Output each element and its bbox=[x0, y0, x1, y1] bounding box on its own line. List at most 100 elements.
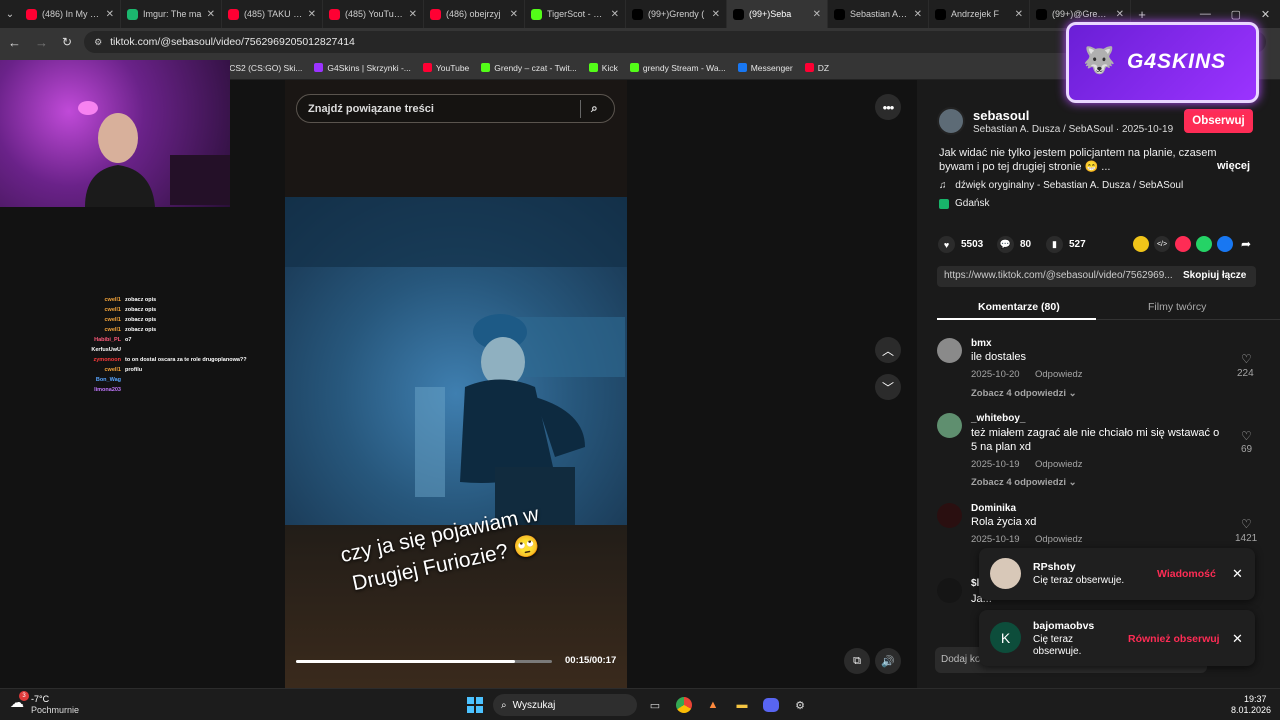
browser-tab[interactable]: (485) TAKU - C ✕ bbox=[222, 0, 323, 28]
avatar[interactable] bbox=[937, 578, 962, 603]
bookmark-item[interactable]: G4Skins | Skrzynki -... bbox=[314, 63, 411, 73]
browser-tab[interactable]: (99+)Grendy (✕ bbox=[626, 0, 727, 28]
back-icon[interactable]: ← bbox=[8, 35, 21, 50]
clock-time[interactable]: 19:37 bbox=[1244, 694, 1267, 704]
browser-tab[interactable]: Imgur: The ma ✕ bbox=[121, 0, 222, 28]
search-icon[interactable]: ⌕ bbox=[591, 101, 598, 116]
browser-tab[interactable]: Andrzejek F ✕ bbox=[929, 0, 1030, 28]
bookmark-item[interactable]: YouTube bbox=[422, 62, 470, 73]
avatar[interactable] bbox=[937, 503, 962, 528]
tab-comments[interactable]: Komentarze (80) bbox=[978, 301, 1060, 313]
minimize-icon[interactable]: — bbox=[1200, 8, 1211, 21]
maximize-icon[interactable]: ▢ bbox=[1231, 8, 1241, 21]
bookmark-item[interactable]: Grendy – czat - Twit... bbox=[481, 63, 577, 73]
browser-tab[interactable]: TigerScot - Wa ✕ bbox=[525, 0, 626, 28]
start-icon[interactable] bbox=[464, 694, 486, 716]
bookmark-item[interactable]: Messenger bbox=[737, 63, 793, 73]
browser-tab[interactable]: (485) YouTube ✕ bbox=[323, 0, 424, 28]
comment-author[interactable]: Dominika bbox=[971, 503, 1016, 514]
sound-row[interactable]: ♫ dźwięk oryginalny - Sebastian A. Dusza… bbox=[939, 180, 1183, 191]
avatar[interactable] bbox=[937, 338, 962, 363]
close-tab-icon[interactable]: ✕ bbox=[308, 9, 316, 20]
chrome-icon[interactable] bbox=[673, 694, 695, 716]
heart-icon[interactable]: ♡ bbox=[1241, 429, 1252, 443]
comment-author[interactable]: _whiteboy_ bbox=[971, 413, 1025, 424]
close-tab-icon[interactable]: ✕ bbox=[914, 9, 922, 20]
comment-stat[interactable]: 💬 80 bbox=[997, 236, 1031, 253]
comment-author[interactable]: bmx bbox=[971, 338, 992, 349]
browser-tab[interactable]: Sebastian A. D ✕ bbox=[828, 0, 929, 28]
save-stat[interactable]: ▮ 527 bbox=[1046, 236, 1086, 253]
close-tab-icon[interactable]: ✕ bbox=[712, 9, 720, 20]
facebook-icon[interactable] bbox=[1217, 236, 1233, 252]
bookmark-item[interactable]: DZ bbox=[804, 63, 829, 73]
reply-button[interactable]: Odpowiedz bbox=[1035, 534, 1083, 545]
browser-tab[interactable]: (99+)Seba ✕ bbox=[727, 0, 828, 28]
notification-user[interactable]: bajomaobvs bbox=[1033, 620, 1094, 632]
forward-icon[interactable]: → bbox=[35, 35, 48, 50]
close-tab-icon[interactable]: ✕ bbox=[409, 9, 417, 20]
follow-notification[interactable]: K bajomaobvs Cię teraz obserwuje. Równie… bbox=[979, 610, 1255, 666]
reply-button[interactable]: Odpowiedz bbox=[1035, 459, 1083, 470]
close-tab-icon[interactable]: ✕ bbox=[813, 9, 821, 20]
avatar[interactable]: K bbox=[990, 622, 1021, 653]
view-replies-button[interactable]: Zobacz 4 odpowiedzi ⌄ bbox=[971, 477, 1077, 488]
browser-tab[interactable]: (486) In My He ✕ bbox=[20, 0, 121, 28]
close-tab-icon[interactable]: ✕ bbox=[106, 9, 114, 20]
weather-icon[interactable]: ☁ 3 bbox=[10, 691, 29, 712]
embed-icon[interactable]: </> bbox=[1154, 236, 1170, 252]
steam-icon[interactable]: ⚙ bbox=[789, 694, 811, 716]
tab-creator-videos[interactable]: Filmy twórcy bbox=[1148, 301, 1206, 313]
author-username[interactable]: sebasoul bbox=[973, 108, 1029, 123]
close-icon[interactable]: ✕ bbox=[1232, 631, 1243, 647]
like-stat[interactable]: ♥ 5503 bbox=[938, 236, 983, 253]
related-search-input[interactable]: Znajdź powiązane treści ⌕ bbox=[296, 94, 615, 123]
volume-button[interactable]: 🔊 bbox=[875, 648, 901, 674]
heart-icon[interactable]: ♡ bbox=[1241, 352, 1252, 366]
clock-date[interactable]: 8.01.2026 bbox=[1231, 705, 1271, 715]
follow-notification[interactable]: RPshoty Cię teraz obserwuje. Wiadomość ✕ bbox=[979, 548, 1255, 600]
next-video-button[interactable]: ﹀ bbox=[875, 374, 901, 400]
view-replies-button[interactable]: Zobacz 4 odpowiedzi ⌄ bbox=[971, 388, 1077, 399]
heart-icon[interactable]: ♡ bbox=[1241, 517, 1252, 531]
avatar[interactable] bbox=[990, 558, 1021, 589]
site-info-icon[interactable]: ⚙ bbox=[94, 37, 102, 48]
bookmark-item[interactable]: grendy Stream - Wa... bbox=[629, 63, 726, 73]
taskbar-search[interactable]: ⌕ Wyszukaj bbox=[493, 694, 637, 716]
message-button[interactable]: Wiadomość bbox=[1157, 568, 1216, 580]
browser-tab[interactable]: (486) obejrzyj ✕ bbox=[424, 0, 525, 28]
send-icon[interactable] bbox=[1175, 236, 1191, 252]
app-icon[interactable]: ▲ bbox=[702, 694, 724, 716]
share-arrow-icon[interactable]: ➦ bbox=[1238, 236, 1254, 252]
close-tab-icon[interactable]: ✕ bbox=[611, 9, 619, 20]
close-tab-icon[interactable]: ✕ bbox=[1116, 9, 1124, 20]
whatsapp-icon[interactable] bbox=[1196, 236, 1212, 252]
close-tab-icon[interactable]: ✕ bbox=[207, 9, 215, 20]
bookmark-label: YouTube bbox=[435, 62, 470, 73]
avatar[interactable] bbox=[937, 413, 962, 438]
copy-link-button[interactable]: Skopiuj łącze bbox=[1183, 270, 1246, 281]
author-avatar[interactable] bbox=[937, 107, 965, 135]
discord-icon[interactable] bbox=[760, 694, 782, 716]
task-view-icon[interactable]: ▭ bbox=[644, 694, 666, 716]
picture-in-picture-button[interactable]: ⧉ bbox=[844, 648, 870, 674]
see-more-link[interactable]: więcej bbox=[1217, 160, 1250, 172]
close-window-icon[interactable]: ✕ bbox=[1261, 8, 1270, 21]
close-tab-icon[interactable]: ✕ bbox=[1015, 9, 1023, 20]
more-options-button[interactable]: ••• bbox=[875, 94, 901, 120]
location-tag[interactable]: Gdańsk bbox=[939, 198, 989, 209]
close-tab-icon[interactable]: ✕ bbox=[510, 9, 518, 20]
close-icon[interactable]: ✕ bbox=[1232, 566, 1243, 582]
reply-button[interactable]: Odpowiedz bbox=[1035, 369, 1083, 380]
notification-user[interactable]: RPshoty bbox=[1033, 561, 1076, 573]
bookmark-item[interactable]: Kick bbox=[588, 63, 618, 73]
follow-button[interactable]: Obserwuj bbox=[1184, 109, 1253, 133]
previous-video-button[interactable]: ︿ bbox=[875, 337, 901, 363]
follow-back-button[interactable]: Również obserwuj bbox=[1128, 633, 1220, 645]
reload-icon[interactable]: ↻ bbox=[62, 35, 72, 49]
file-explorer-icon[interactable]: ▬ bbox=[731, 694, 753, 716]
new-tab-button[interactable]: + bbox=[1131, 7, 1153, 22]
post-link[interactable]: https://www.tiktok.com/@sebasoul/video/7… bbox=[944, 270, 1174, 281]
tab-search-icon[interactable]: ⌄ bbox=[0, 9, 20, 20]
coin-icon[interactable] bbox=[1133, 236, 1149, 252]
